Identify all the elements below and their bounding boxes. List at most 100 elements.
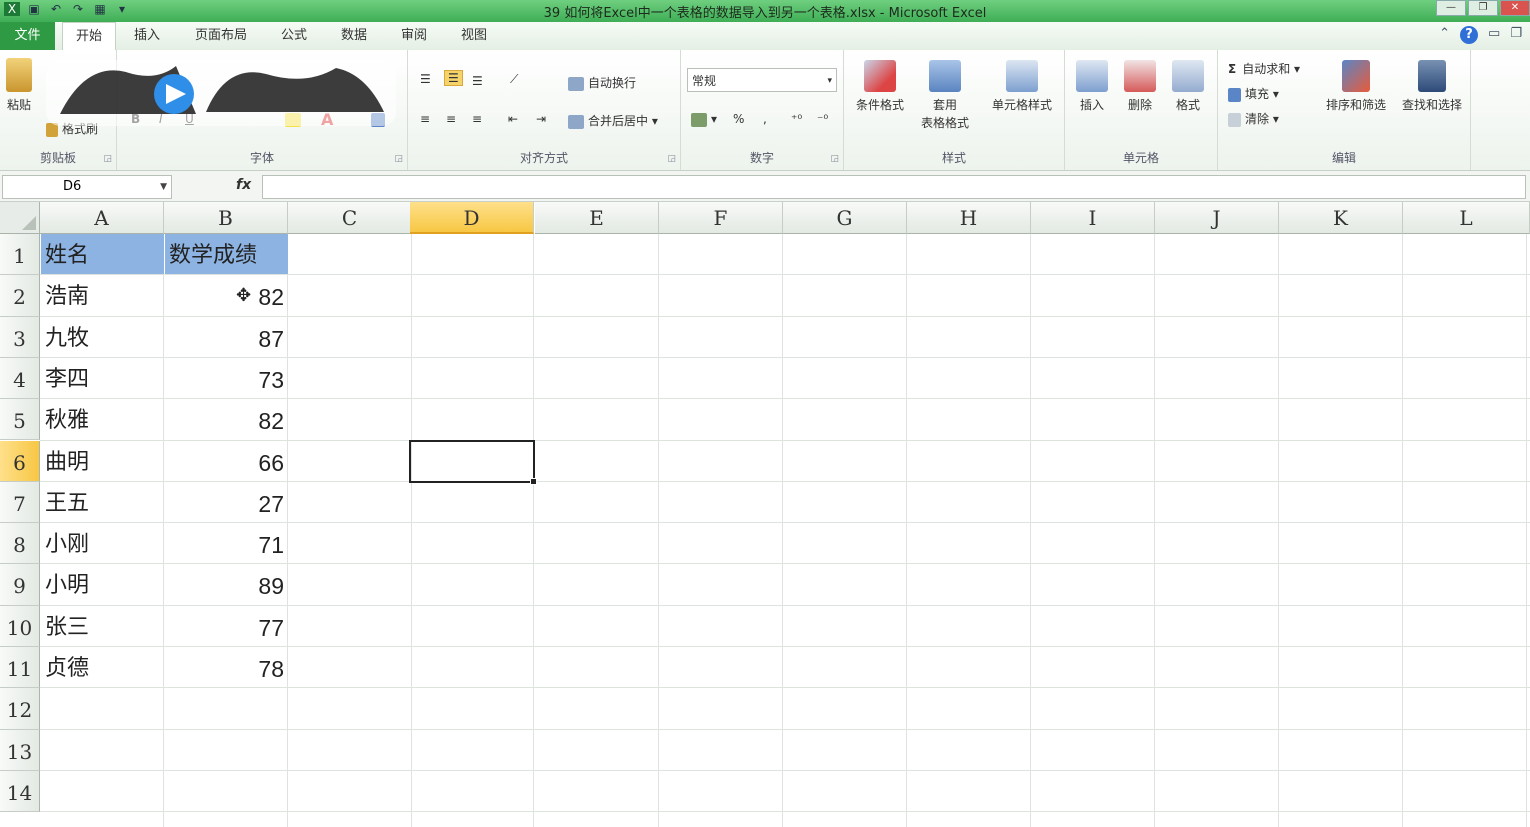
number-format-select[interactable]: 常规 ▾ <box>687 68 837 92</box>
column-header-g[interactable]: G <box>783 202 907 234</box>
currency-button[interactable]: ▾ <box>691 112 717 127</box>
selected-cell-d6[interactable] <box>409 439 537 486</box>
tab-home[interactable]: 开始 <box>62 22 116 51</box>
row-header-4[interactable]: 4 <box>0 357 40 400</box>
name-box[interactable]: D6 ▼ <box>2 175 172 199</box>
column-header-h[interactable]: H <box>907 202 1031 234</box>
increase-indent-button[interactable]: ⇥ <box>536 112 546 126</box>
cell-a7[interactable]: 王五 <box>41 482 164 522</box>
clear-button[interactable]: 清除 ▾ <box>1228 110 1279 127</box>
cell-b11[interactable]: 78 <box>165 647 288 687</box>
percent-button[interactable]: % <box>733 112 744 126</box>
restore-workbook-icon[interactable]: ❐ <box>1510 26 1522 44</box>
minimize-button[interactable]: — <box>1436 0 1466 16</box>
cell-b6[interactable]: 66 <box>165 441 288 481</box>
cell-a8[interactable]: 小刚 <box>41 523 164 563</box>
cell-a9[interactable]: 小明 <box>41 564 164 604</box>
close-button[interactable]: ✕ <box>1500 0 1530 16</box>
collapse-ribbon-icon[interactable]: ⌃ <box>1439 26 1450 44</box>
number-launcher-icon[interactable]: ◲ <box>830 154 839 164</box>
cell-b8[interactable]: 71 <box>165 523 288 563</box>
tab-file[interactable]: 文件 <box>0 22 55 50</box>
tab-review[interactable]: 审阅 <box>392 22 436 50</box>
row-header-14[interactable]: 14 <box>0 770 40 813</box>
cell-b10[interactable]: 77 <box>165 606 288 646</box>
column-header-l[interactable]: L <box>1403 202 1530 234</box>
help-icon[interactable]: ? <box>1460 26 1479 44</box>
cell-b5[interactable]: 82 <box>165 399 288 439</box>
cell-b7[interactable]: 27 <box>165 482 288 522</box>
orientation-button[interactable]: ⟋ <box>510 72 518 87</box>
insert-function-button[interactable]: fx <box>236 177 251 193</box>
find-select-button[interactable]: 查找和选择 <box>1394 60 1470 113</box>
clipboard-launcher-icon[interactable]: ◲ <box>103 154 112 164</box>
tab-insert[interactable]: 插入 <box>124 22 170 50</box>
row-header-2[interactable]: 2 <box>0 275 40 317</box>
select-all-button[interactable] <box>0 202 40 234</box>
cell-a1[interactable]: 姓名 <box>41 234 164 275</box>
increase-decimal-button[interactable]: ⁺⁰ <box>791 112 802 126</box>
align-middle-button[interactable]: ☰ <box>444 70 463 86</box>
cell-a5[interactable]: 秋雅 <box>41 399 164 439</box>
decrease-decimal-button[interactable]: ⁻⁰ <box>817 112 828 126</box>
comma-button[interactable]: , <box>763 112 767 126</box>
column-header-d[interactable]: D <box>410 202 534 234</box>
column-header-a[interactable]: A <box>40 202 164 234</box>
column-header-k[interactable]: K <box>1279 202 1403 234</box>
cell-b2[interactable]: 82 <box>165 275 288 315</box>
autosum-button[interactable]: Σ 自动求和 ▾ <box>1228 60 1300 77</box>
tab-page-layout[interactable]: 页面布局 <box>186 22 256 50</box>
cell-a3[interactable]: 九牧 <box>41 317 164 357</box>
column-header-j[interactable]: J <box>1155 202 1279 234</box>
paste-button[interactable]: 粘贴 <box>4 58 34 113</box>
cell-a11[interactable]: 贞德 <box>41 647 164 687</box>
cell-a10[interactable]: 张三 <box>41 606 164 646</box>
row-header-5[interactable]: 5 <box>0 399 40 441</box>
cell-b4[interactable]: 73 <box>165 358 288 398</box>
row-header-10[interactable]: 10 <box>0 605 40 647</box>
format-as-table-button[interactable]: 套用 表格格式 <box>910 60 980 132</box>
cell-b1[interactable]: 数学成绩 <box>165 234 288 275</box>
delete-cells-button[interactable]: 删除 <box>1117 60 1163 113</box>
row-header-11[interactable]: 11 <box>0 647 40 689</box>
column-header-i[interactable]: I <box>1031 202 1155 234</box>
restore-button[interactable]: ❐ <box>1468 0 1498 16</box>
align-left-button[interactable]: ≡ <box>420 112 430 126</box>
insert-cells-button[interactable]: 插入 <box>1069 60 1115 113</box>
align-right-button[interactable]: ≡ <box>472 112 482 126</box>
row-header-3[interactable]: 3 <box>0 316 40 358</box>
font-launcher-icon[interactable]: ◲ <box>394 154 403 164</box>
align-top-button[interactable]: ☰ <box>420 72 431 86</box>
row-header-1[interactable]: 1 <box>0 234 40 276</box>
cell-b9[interactable]: 89 <box>165 564 288 604</box>
row-header-6[interactable]: 6 <box>0 440 40 482</box>
minimize-workbook-icon[interactable]: ▭ <box>1488 26 1500 44</box>
formula-input[interactable] <box>262 175 1526 199</box>
row-header-12[interactable]: 12 <box>0 688 40 730</box>
cell-b3[interactable]: 87 <box>165 317 288 357</box>
tab-formulas[interactable]: 公式 <box>272 22 316 50</box>
merge-center-button[interactable]: 合并后居中 ▾ <box>568 112 658 129</box>
row-header-13[interactable]: 13 <box>0 729 40 771</box>
decrease-indent-button[interactable]: ⇤ <box>508 112 518 126</box>
alignment-launcher-icon[interactable]: ◲ <box>667 154 676 164</box>
cell-a6[interactable]: 曲明 <box>41 441 164 481</box>
align-bottom-button[interactable]: ☰ <box>472 74 483 88</box>
format-cells-button[interactable]: 格式 <box>1165 60 1211 113</box>
column-header-f[interactable]: F <box>659 202 783 234</box>
wrap-text-button[interactable]: 自动换行 <box>568 74 636 91</box>
row-header-9[interactable]: 9 <box>0 564 40 606</box>
column-header-c[interactable]: C <box>288 202 412 234</box>
sort-filter-button[interactable]: 排序和筛选 <box>1318 60 1394 113</box>
column-header-e[interactable]: E <box>535 202 659 234</box>
row-header-8[interactable]: 8 <box>0 523 40 565</box>
cell-styles-button[interactable]: 单元格样式 <box>982 60 1062 113</box>
column-header-b[interactable]: B <box>164 202 288 234</box>
cell-a2[interactable]: 浩南 <box>41 275 164 315</box>
align-center-button[interactable]: ≡ <box>446 112 456 126</box>
tab-data[interactable]: 数据 <box>332 22 376 50</box>
tab-view[interactable]: 视图 <box>452 22 496 50</box>
row-header-7[interactable]: 7 <box>0 481 40 524</box>
cell-a4[interactable]: 李四 <box>41 358 164 398</box>
fill-button[interactable]: 填充 ▾ <box>1228 85 1279 102</box>
